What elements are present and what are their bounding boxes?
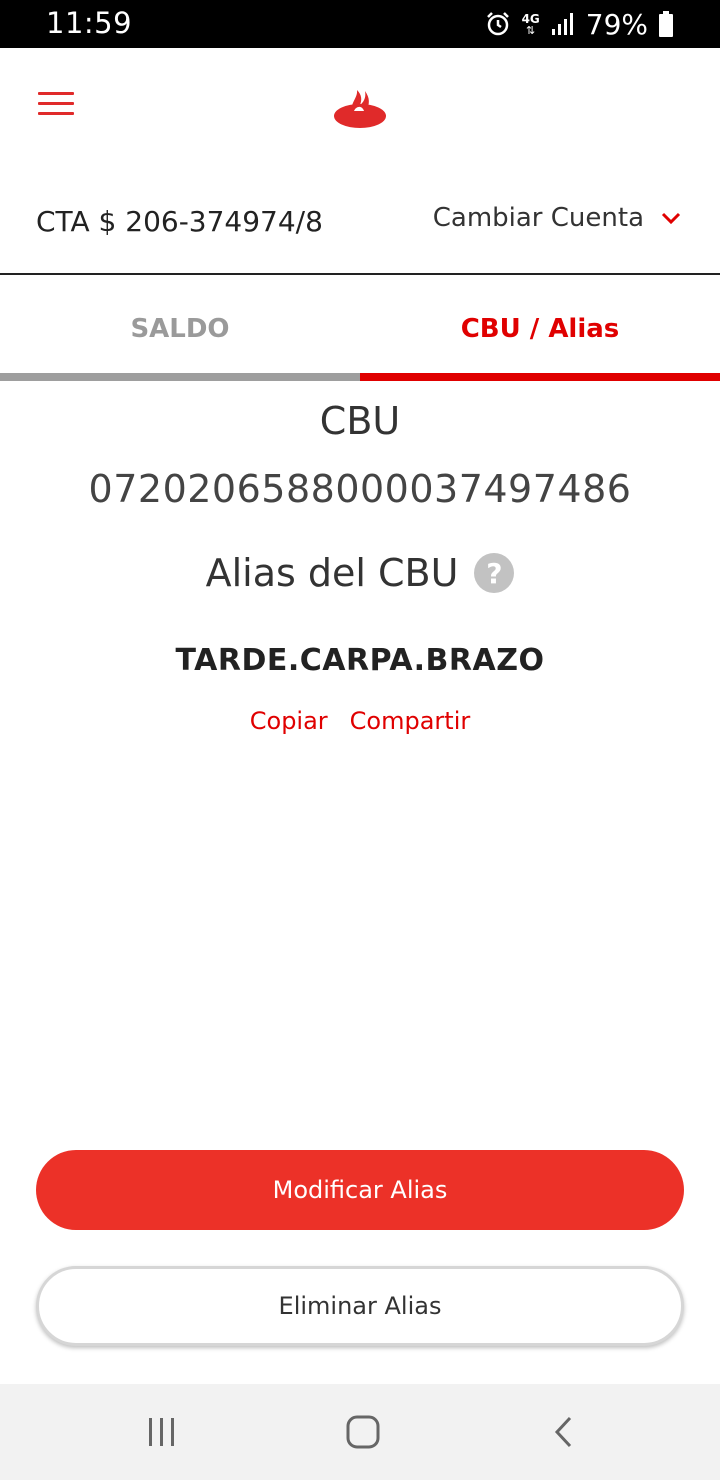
status-icons: 4G ⇅ 79% [484, 6, 674, 42]
recent-apps-icon[interactable] [138, 1408, 186, 1456]
network-type: 4G [521, 11, 540, 26]
battery-icon [659, 11, 673, 37]
change-account-label: Cambiar Cuenta [432, 203, 644, 233]
status-time: 11:59 [46, 6, 133, 40]
account-selector-row: CTA $ 206-374974/8 Cambiar Cuenta [0, 175, 720, 275]
tab-bar: SALDO CBU / Alias [0, 276, 720, 381]
network-4g-icon: 4G ⇅ [521, 11, 540, 37]
account-number: CTA $ 206-374974/8 [36, 205, 323, 238]
change-account-button[interactable]: Cambiar Cuenta [433, 203, 682, 233]
delete-alias-button[interactable]: Eliminar Alias [36, 1266, 684, 1346]
cbu-title: CBU [319, 399, 401, 443]
copy-link[interactable]: Copiar [250, 707, 328, 735]
alias-value: TARDE.CARPA.BRAZO [175, 643, 545, 678]
tab-indicator-inactive [0, 373, 360, 381]
santander-flame-logo [334, 90, 386, 128]
chevron-down-icon [661, 212, 681, 225]
signal-icon [551, 13, 573, 35]
alias-actions: Copiar Compartir [0, 707, 720, 735]
tab-indicator-active [360, 373, 720, 381]
alias-title: Alias del CBU [205, 551, 459, 595]
alias-title-row: Alias del CBU ? [0, 551, 720, 595]
cbu-number: 0720206588000037497486 [88, 467, 632, 511]
home-icon[interactable] [339, 1408, 387, 1456]
status-bar: 11:59 4G ⇅ 79% [0, 0, 720, 48]
help-icon[interactable]: ? [474, 553, 515, 593]
modify-alias-button[interactable]: Modificar Alias [36, 1150, 684, 1230]
hamburger-menu-icon[interactable] [36, 88, 76, 120]
battery-level: 79% [585, 7, 648, 41]
system-nav-bar [0, 1384, 720, 1480]
app-header [0, 48, 720, 160]
tab-cbu-alias[interactable]: CBU / Alias [360, 276, 720, 381]
alarm-icon [486, 12, 509, 36]
tab-saldo[interactable]: SALDO [0, 276, 360, 381]
share-link[interactable]: Compartir [350, 707, 471, 735]
back-icon[interactable] [540, 1408, 588, 1456]
